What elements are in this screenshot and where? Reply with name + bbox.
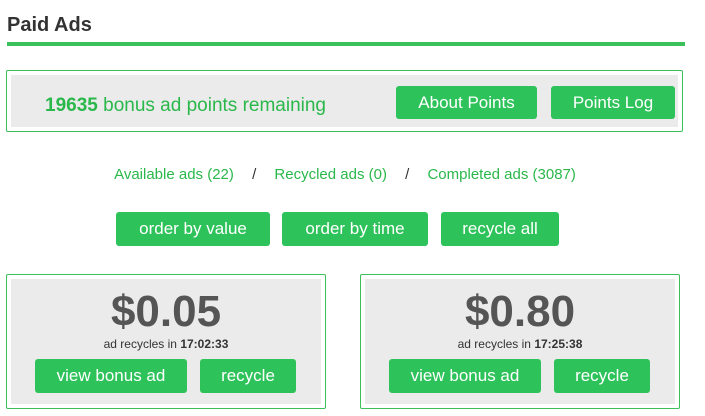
points-count: 19635 bbox=[45, 95, 98, 116]
recycle-prefix: ad recycles in bbox=[103, 337, 177, 351]
recycled-ads-link[interactable]: Recycled ads (0) bbox=[274, 166, 387, 183]
recycle-button[interactable]: recycle bbox=[200, 359, 296, 393]
recycle-button[interactable]: recycle bbox=[554, 359, 650, 393]
order-by-value-button[interactable]: order by value bbox=[116, 212, 270, 246]
ad-recycle-timer: ad recycles in 17:02:33 bbox=[11, 337, 321, 351]
recycle-all-button[interactable]: recycle all bbox=[441, 212, 559, 246]
page-title: Paid Ads bbox=[7, 14, 92, 36]
points-panel: 19635 bonus ad points remaining About Po… bbox=[6, 70, 683, 132]
ad-recycle-timer: ad recycles in 17:25:38 bbox=[365, 337, 675, 351]
points-label: bonus ad points remaining bbox=[103, 95, 326, 116]
view-bonus-ad-button[interactable]: view bonus ad bbox=[35, 359, 187, 393]
ad-filter-links: Available ads (22) / Recycled ads (0) / … bbox=[0, 166, 690, 183]
available-ads-link[interactable]: Available ads (22) bbox=[114, 166, 234, 183]
title-divider bbox=[7, 42, 685, 46]
points-panel-inner: 19635 bonus ad points remaining About Po… bbox=[11, 75, 678, 127]
about-points-button[interactable]: About Points bbox=[396, 86, 537, 119]
ad-card: $0.05 ad recycles in 17:02:33 view bonus… bbox=[6, 274, 326, 409]
ad-price: $0.80 bbox=[464, 287, 576, 336]
view-bonus-ad-button[interactable]: view bonus ad bbox=[389, 359, 541, 393]
recycle-time: 17:02:33 bbox=[180, 337, 229, 351]
order-by-time-button[interactable]: order by time bbox=[282, 212, 428, 246]
recycle-prefix: ad recycles in bbox=[457, 337, 531, 351]
completed-ads-link[interactable]: Completed ads (3087) bbox=[427, 166, 575, 183]
points-log-button[interactable]: Points Log bbox=[551, 86, 675, 119]
filter-separator: / bbox=[405, 166, 410, 183]
ad-card-inner: $0.80 ad recycles in 17:25:38 view bonus… bbox=[365, 279, 675, 404]
recycle-time: 17:25:38 bbox=[534, 337, 583, 351]
ad-price: $0.05 bbox=[110, 287, 222, 336]
ad-card-inner: $0.05 ad recycles in 17:02:33 view bonus… bbox=[11, 279, 321, 404]
points-summary: 19635 bonus ad points remaining bbox=[45, 95, 326, 117]
ad-card: $0.80 ad recycles in 17:25:38 view bonus… bbox=[360, 274, 680, 409]
filter-separator: / bbox=[252, 166, 257, 183]
